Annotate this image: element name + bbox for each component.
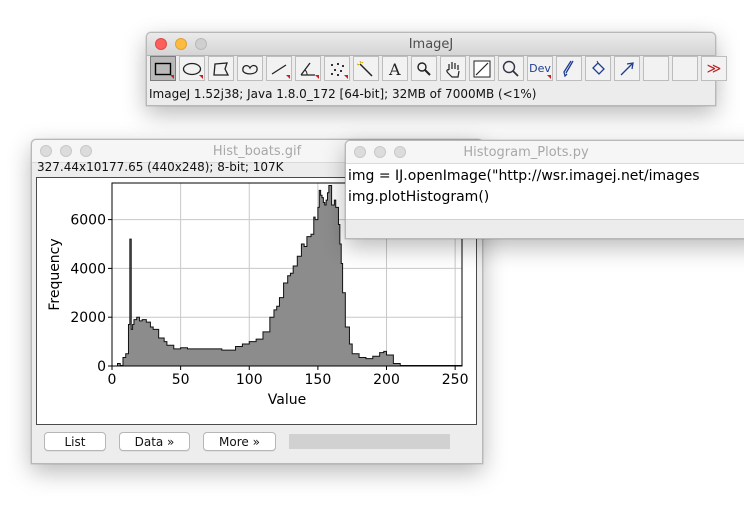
polygon-tool[interactable] — [208, 56, 234, 81]
y-tick-label: 0 — [97, 359, 106, 375]
wand-tool[interactable] — [353, 56, 379, 81]
freehand-tool-icon — [242, 64, 258, 75]
dev-tool[interactable]: Dev — [527, 56, 553, 81]
status-bar: ImageJ 1.52j38; Java 1.8.0_172 [64-bit];… — [149, 87, 537, 101]
hand-tool[interactable] — [440, 56, 466, 81]
script-titlebar[interactable]: Histogram_Plots.py — [346, 141, 744, 164]
brush-tool-icon — [563, 60, 574, 77]
x-axis-label: Value — [268, 392, 306, 408]
imagej-main-window: ImageJ A Dev ≫ ImageJ 1.52j38; Java 1.8.… — [146, 32, 727, 106]
x-tick-label: 0 — [108, 372, 117, 388]
x-tick-label: 200 — [373, 372, 400, 388]
text-tool[interactable]: A — [382, 56, 408, 81]
x-tick-label: 50 — [172, 372, 190, 388]
oval-tool[interactable] — [179, 56, 205, 81]
flood-fill-tool-icon — [592, 60, 605, 75]
zoom-tool-icon — [502, 60, 519, 77]
magnifier-tool-icon — [417, 61, 431, 76]
empty-tool-slot-2[interactable] — [672, 56, 698, 81]
code-line-1: img = IJ.openImage("http://wsr.imagej.ne… — [348, 168, 700, 184]
color-picker-tool-icon — [473, 60, 491, 77]
text-tool-icon: A — [388, 61, 401, 77]
arrow-tool-icon — [620, 61, 634, 75]
imagej-titlebar[interactable]: ImageJ — [147, 33, 715, 56]
empty-tool-slot-1[interactable] — [643, 56, 669, 81]
freehand-tool[interactable] — [237, 56, 263, 81]
y-tick-label: 4000 — [70, 261, 106, 277]
y-tick-label: 6000 — [70, 213, 106, 229]
brush-tool[interactable] — [556, 56, 582, 81]
more-tools-button[interactable]: ≫ — [701, 56, 727, 81]
hand-tool-icon — [446, 61, 460, 78]
x-tick-label: 250 — [442, 372, 469, 388]
script-footer — [346, 219, 744, 238]
more-tools-icon: ≫ — [706, 60, 722, 77]
flood-fill-tool[interactable] — [585, 56, 611, 81]
color-picker-tool[interactable] — [469, 56, 495, 81]
y-axis-label: Frequency — [47, 238, 63, 310]
image-info: 327.44x10177.65 (440x248); 8-bit; 107K — [37, 160, 284, 174]
x-tick-label: 100 — [236, 372, 263, 388]
dev-tool-icon: Dev — [529, 62, 551, 75]
angle-tool[interactable] — [295, 56, 321, 81]
point-tool[interactable] — [324, 56, 350, 81]
line-tool[interactable] — [266, 56, 292, 81]
code-editor[interactable]: img = IJ.openImage("http://wsr.imagej.ne… — [348, 166, 700, 208]
wand-tool-icon — [357, 60, 373, 77]
polygon-tool-icon — [213, 61, 230, 76]
oval-tool-icon — [182, 62, 202, 75]
x-tick-label: 150 — [305, 372, 332, 388]
svg-text:A: A — [388, 61, 401, 77]
rectangle-tool[interactable] — [150, 56, 176, 81]
window-title: Histogram_Plots.py — [463, 145, 589, 160]
y-tick-label: 2000 — [70, 310, 106, 326]
script-window: Histogram_Plots.py img = IJ.openImage("h… — [345, 140, 744, 239]
zoom-tool[interactable] — [498, 56, 524, 81]
window-title: ImageJ — [408, 37, 454, 52]
arrow-tool[interactable] — [614, 56, 640, 81]
toolbar: A Dev ≫ — [147, 56, 730, 83]
code-line-2: img.plotHistogram() — [348, 189, 490, 205]
status-field — [289, 434, 450, 449]
line-tool-icon — [271, 63, 287, 75]
magnifier-tool[interactable] — [411, 56, 437, 81]
button-row: List Data » More » — [44, 432, 450, 451]
list-button[interactable]: List — [44, 432, 106, 451]
more-button[interactable]: More » — [203, 432, 276, 451]
rectangle-tool-icon — [154, 62, 172, 75]
data-button[interactable]: Data » — [119, 432, 190, 451]
